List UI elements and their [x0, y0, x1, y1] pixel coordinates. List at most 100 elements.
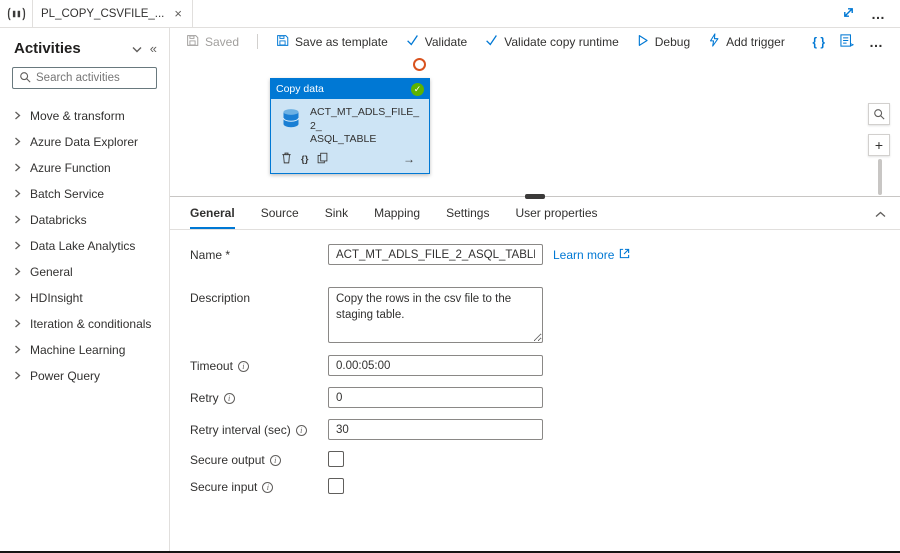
chevron-right-icon	[14, 135, 21, 149]
activities-search	[12, 67, 157, 89]
chevron-right-icon	[14, 369, 21, 383]
tab-mapping[interactable]: Mapping	[374, 197, 420, 229]
chevron-right-icon	[14, 265, 21, 279]
info-icon: i	[223, 392, 235, 404]
delete-icon[interactable]	[281, 152, 292, 167]
tab-pipeline[interactable]: PL_COPY_CSVFILE_... ×	[32, 0, 193, 27]
sidebar-item-power-query[interactable]: Power Query	[0, 363, 169, 389]
properties-tabs: General Source Sink Mapping Settings Use…	[170, 197, 900, 230]
chevron-down-icon[interactable]	[132, 42, 142, 56]
checkmark-icon	[406, 34, 419, 49]
properties-panel: General Source Sink Mapping Settings Use…	[170, 194, 900, 553]
pipeline-canvas[interactable]: Copy data ✓ ACT_MT_ADLS_FILE_2_ ASQL_TAB…	[170, 55, 900, 196]
external-link-icon	[619, 248, 630, 262]
search-input[interactable]	[36, 72, 150, 84]
save-as-template-button[interactable]: Save as template	[276, 34, 388, 50]
sidebar-item-databricks[interactable]: Databricks	[0, 207, 169, 233]
activity-node-body: ACT_MT_ADLS_FILE_2_ ASQL_TABLE	[271, 99, 429, 149]
description-field[interactable]: Copy the rows in the csv file to the sta…	[328, 287, 543, 343]
secure-input-checkbox[interactable]	[328, 478, 344, 494]
canvas-scrollbar[interactable]	[878, 159, 882, 195]
search-icon	[19, 71, 31, 86]
timeout-label: Timeout i	[190, 355, 328, 373]
info-icon: i	[262, 481, 274, 493]
save-icon	[186, 34, 199, 50]
add-trigger-button[interactable]: Add trigger	[708, 33, 785, 50]
sidebar-item-azure-data-explorer[interactable]: Azure Data Explorer	[0, 129, 169, 155]
chevron-right-icon	[14, 187, 21, 201]
timeout-field[interactable]	[328, 355, 543, 376]
info-icon: i	[237, 360, 249, 372]
tab-settings[interactable]: Settings	[446, 197, 489, 229]
chevron-right-icon	[14, 161, 21, 175]
info-icon: i	[295, 424, 307, 436]
sidebar-item-data-lake-analytics[interactable]: Data Lake Analytics	[0, 233, 169, 259]
pipeline-icon	[0, 0, 32, 27]
properties-icon[interactable]	[840, 33, 855, 50]
debug-button[interactable]: Debug	[637, 34, 690, 50]
name-field[interactable]	[328, 244, 543, 265]
tab-bar: PL_COPY_CSVFILE_... × …	[0, 0, 900, 28]
learn-more-link[interactable]: Learn more	[553, 244, 630, 262]
validate-copy-runtime-button[interactable]: Validate copy runtime	[485, 34, 619, 49]
chevron-right-icon	[14, 109, 21, 123]
chevron-right-icon	[14, 291, 21, 305]
validation-ring-icon	[413, 58, 426, 71]
activities-sidebar: Activities « Move & transform	[0, 28, 170, 553]
secure-output-label: Secure output i	[190, 449, 328, 467]
activity-name-label: ACT_MT_ADLS_FILE_2_ ASQL_TABLE	[310, 106, 420, 146]
canvas-zoom-in-button[interactable]: +	[868, 134, 890, 156]
tab-source[interactable]: Source	[261, 197, 299, 229]
window-more-icon[interactable]: …	[871, 6, 886, 22]
retry-interval-label: Retry interval (sec) i	[190, 419, 328, 437]
clone-icon[interactable]	[317, 152, 328, 167]
chevron-right-icon	[14, 317, 21, 331]
tab-label: PL_COPY_CSVFILE_...	[41, 7, 165, 20]
sidebar-item-machine-learning[interactable]: Machine Learning	[0, 337, 169, 363]
chevron-right-icon	[14, 239, 21, 253]
success-check-icon: ✓	[411, 82, 424, 96]
name-label: Name *	[190, 248, 231, 262]
sidebar-header: Activities «	[0, 38, 169, 67]
database-icon	[279, 106, 303, 133]
close-icon[interactable]: ×	[174, 7, 182, 20]
tabbar-right-controls: …	[842, 0, 900, 27]
copy-data-activity-node[interactable]: Copy data ✓ ACT_MT_ADLS_FILE_2_ ASQL_TAB…	[270, 78, 430, 174]
tab-sink[interactable]: Sink	[325, 197, 348, 229]
pipeline-toolbar: Saved Save as template Validate Validate…	[170, 28, 900, 55]
sidebar-item-batch-service[interactable]: Batch Service	[0, 181, 169, 207]
checkmark-icon	[485, 34, 498, 49]
tab-general[interactable]: General	[190, 197, 235, 229]
secure-output-checkbox[interactable]	[328, 451, 344, 467]
play-icon	[637, 34, 649, 50]
code-view-icon[interactable]: { }	[812, 35, 825, 49]
activity-node-actions: {} →	[271, 149, 429, 173]
tab-user-properties[interactable]: User properties	[515, 197, 597, 229]
expand-icon[interactable]	[842, 6, 855, 22]
output-port-arrow-icon[interactable]: →	[403, 152, 415, 166]
chevron-right-icon	[14, 213, 21, 227]
collapse-sidebar-icon[interactable]: «	[150, 41, 157, 56]
toolbar-more-icon[interactable]: …	[869, 34, 884, 50]
trigger-icon	[708, 33, 720, 50]
description-label: Description	[190, 291, 251, 305]
activity-type-label: Copy data	[276, 83, 324, 95]
chevron-right-icon	[14, 343, 21, 357]
validate-button[interactable]: Validate	[406, 34, 467, 49]
retry-field[interactable]	[328, 387, 543, 408]
activity-node-header: Copy data ✓	[271, 79, 429, 99]
sidebar-item-azure-function[interactable]: Azure Function	[0, 155, 169, 181]
code-icon[interactable]: {}	[301, 154, 308, 165]
save-template-icon	[276, 34, 289, 50]
sidebar-title: Activities	[14, 40, 81, 57]
secure-input-label: Secure input i	[190, 476, 328, 494]
sidebar-item-iteration-conditionals[interactable]: Iteration & conditionals	[0, 311, 169, 337]
canvas-zoom-button[interactable]	[868, 103, 890, 125]
saved-button: Saved	[186, 34, 239, 50]
sidebar-item-move-transform[interactable]: Move & transform	[0, 103, 169, 129]
chevron-up-icon[interactable]	[875, 207, 886, 221]
sidebar-item-hdinsight[interactable]: HDInsight	[0, 285, 169, 311]
retry-label: Retry i	[190, 387, 328, 405]
retry-interval-field[interactable]	[328, 419, 543, 440]
sidebar-item-general[interactable]: General	[0, 259, 169, 285]
